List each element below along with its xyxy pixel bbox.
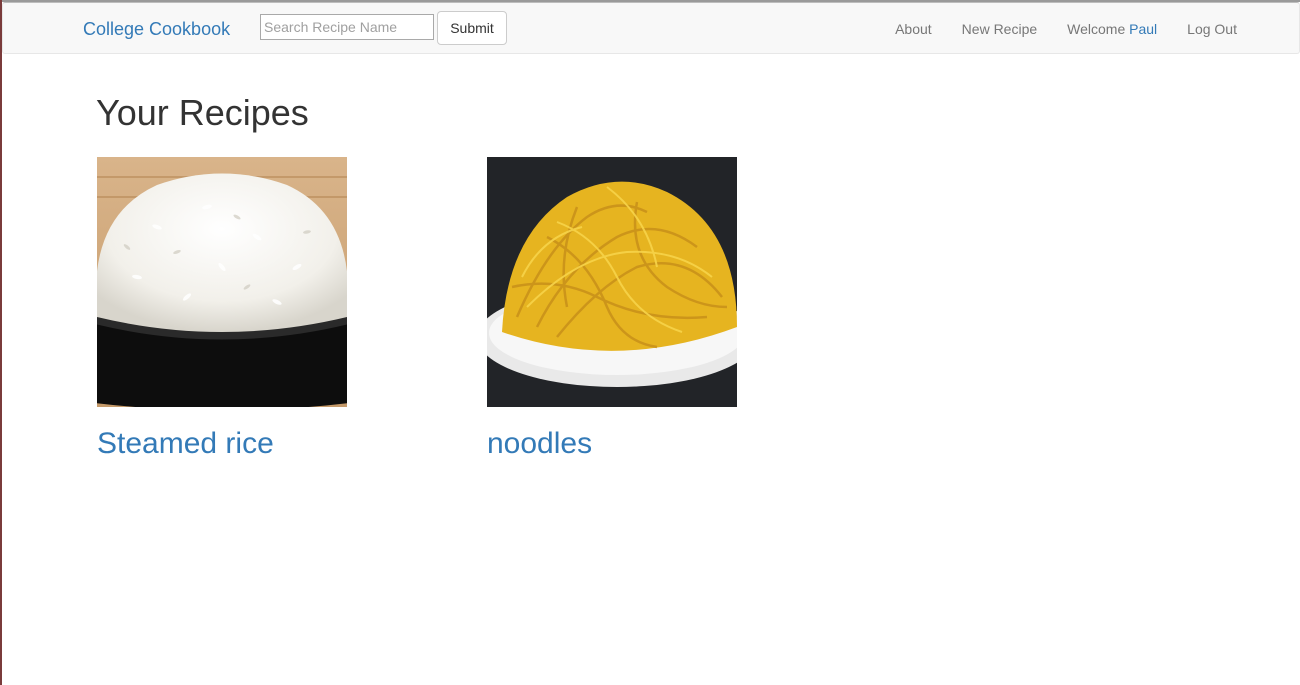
recipe-image-noodles[interactable] <box>487 157 737 407</box>
submit-button[interactable]: Submit <box>437 11 507 45</box>
username-link[interactable]: Paul <box>1129 21 1157 37</box>
recipe-title-link[interactable]: noodles <box>487 427 737 461</box>
navbar: College Cookbook Submit About New Recipe… <box>2 2 1300 54</box>
search-input[interactable] <box>260 14 434 40</box>
recipe-card: noodles <box>487 157 737 461</box>
nav-new-recipe-link[interactable]: New Recipe <box>962 20 1037 38</box>
brand-link[interactable]: College Cookbook <box>83 18 230 40</box>
recipe-image-rice[interactable] <box>97 157 347 407</box>
welcome-user[interactable]: Welcome Paul <box>1067 20 1157 38</box>
recipe-title-link[interactable]: Steamed rice <box>97 427 347 461</box>
recipe-card: Steamed rice <box>97 157 347 461</box>
nav-about-link[interactable]: About <box>895 20 932 38</box>
page-title: Your Recipes <box>96 92 309 133</box>
window-left-border <box>0 0 2 685</box>
welcome-prefix: Welcome <box>1067 21 1126 37</box>
nav-links: About New Recipe Welcome Paul Log Out <box>895 20 1237 38</box>
nav-logout-link[interactable]: Log Out <box>1187 20 1237 38</box>
